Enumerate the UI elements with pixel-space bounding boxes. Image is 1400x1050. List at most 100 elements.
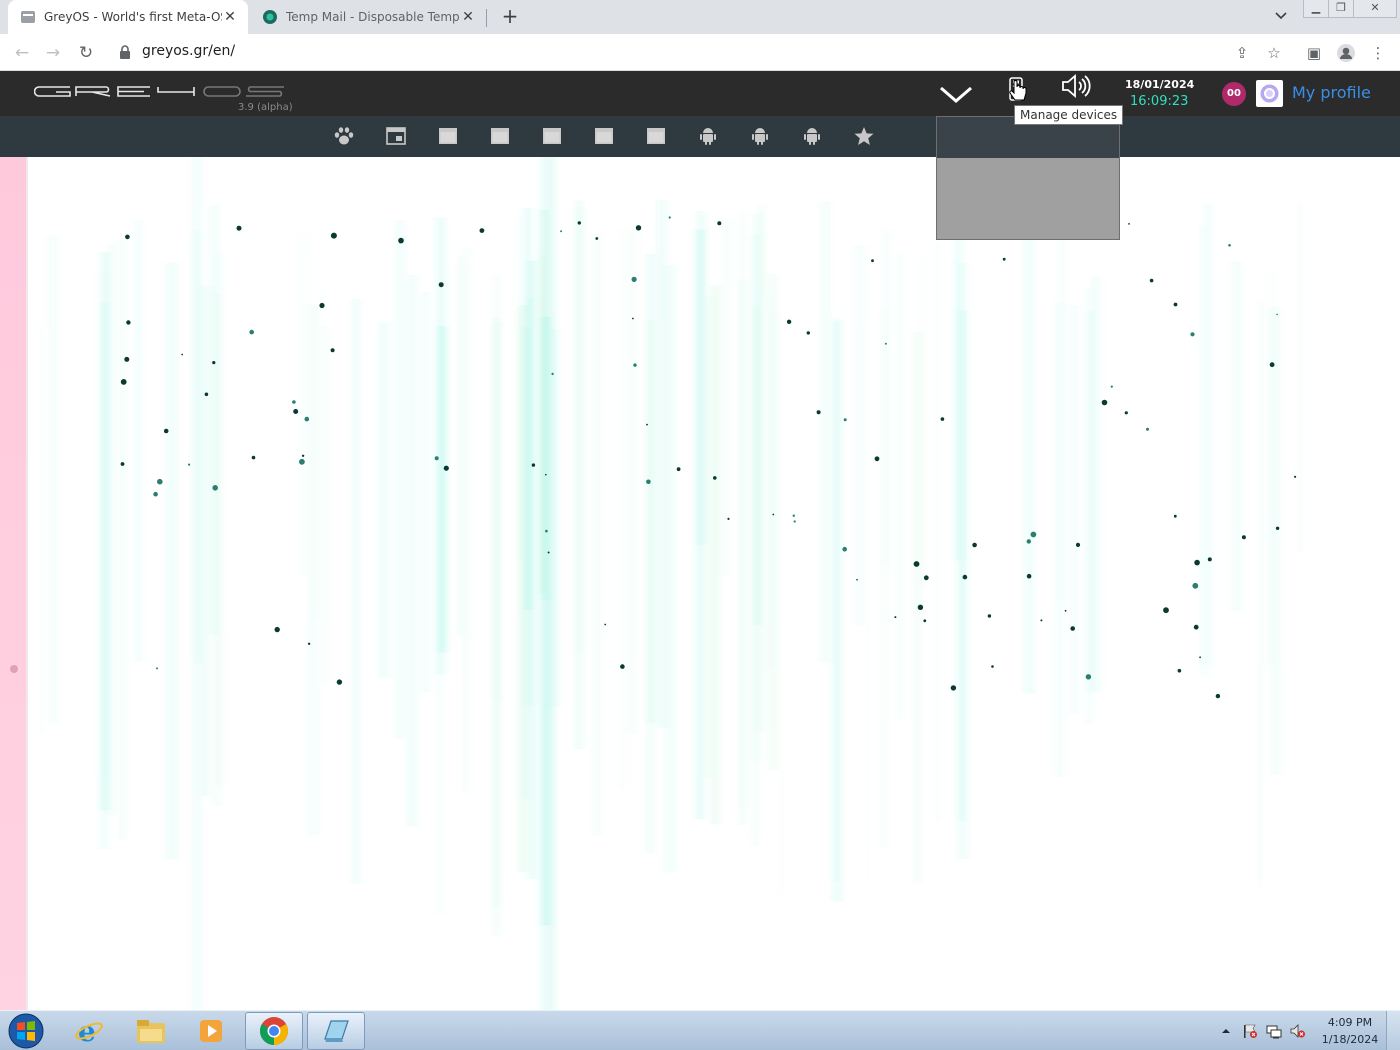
wallpaper-dot xyxy=(874,456,880,462)
wallpaper-streak xyxy=(1272,306,1278,775)
wallpaper-streak xyxy=(121,238,125,840)
speaker-icon[interactable] xyxy=(1060,74,1092,98)
bookmark-star-icon[interactable]: ☆ xyxy=(1262,41,1286,65)
wallpaper-dot xyxy=(1075,542,1081,547)
wallpaper-dot xyxy=(923,619,927,623)
start-button[interactable] xyxy=(8,1013,44,1049)
wallpaper-dot xyxy=(646,479,651,485)
wallpaper-streak xyxy=(517,216,519,561)
taskbar-chrome[interactable] xyxy=(245,1012,303,1050)
minimize-button[interactable]: ▁ xyxy=(1303,0,1329,18)
wallpaper-streak xyxy=(579,207,582,652)
dock-item-window-5[interactable] xyxy=(644,124,668,148)
file-explorer-icon xyxy=(137,1020,165,1043)
wallpaper-streak xyxy=(882,310,886,849)
wallpaper-streak xyxy=(1258,300,1262,888)
wallpaper-streak xyxy=(354,298,358,884)
wallpaper-dot xyxy=(1163,607,1169,614)
dock-item-paw[interactable] xyxy=(332,124,356,148)
wallpaper-dot xyxy=(676,467,681,472)
dock-item-favorites[interactable] xyxy=(852,124,876,148)
wallpaper-dot xyxy=(917,604,924,610)
taskbar-clock-date[interactable]: 1/18/2024 xyxy=(1318,1033,1382,1046)
kebab-menu-icon[interactable]: ⋮ xyxy=(1366,41,1390,65)
wallpaper-dot xyxy=(595,237,599,240)
taskbar-file-explorer[interactable] xyxy=(122,1012,180,1050)
tab-tempmail[interactable]: Temp Mail - Disposable Tempora ✕ xyxy=(250,0,486,34)
wallpaper-streak xyxy=(102,251,108,811)
dock-item-window-4[interactable] xyxy=(592,124,616,148)
chevron-down-icon[interactable] xyxy=(939,85,973,103)
action-center-flag-icon[interactable] xyxy=(1242,1023,1258,1039)
wallpaper-dot xyxy=(786,319,792,324)
wallpaper-dot xyxy=(913,561,920,567)
greyos-desktop[interactable] xyxy=(0,157,1400,1010)
wallpaper-dot xyxy=(1030,531,1037,538)
dock-item-calendar[interactable] xyxy=(384,124,408,148)
reload-button[interactable]: ↻ xyxy=(74,41,98,65)
wallpaper-dot xyxy=(304,416,310,422)
new-tab-button[interactable]: + xyxy=(498,4,522,28)
taskbar-generic-app[interactable] xyxy=(307,1012,365,1050)
wallpaper-dot xyxy=(577,221,581,225)
wallpaper-dot xyxy=(126,320,131,325)
wallpaper-streak xyxy=(1234,261,1239,611)
close-icon[interactable]: ✕ xyxy=(222,9,238,25)
show-desktop-button[interactable] xyxy=(1386,1011,1400,1050)
dock-item-window-1[interactable] xyxy=(436,124,460,148)
network-icon[interactable] xyxy=(1266,1023,1282,1039)
wallpaper-dot xyxy=(398,237,404,244)
lock-icon[interactable] xyxy=(118,44,132,60)
taskbar-internet-explorer[interactable]: e xyxy=(60,1012,118,1050)
wallpaper-dot xyxy=(293,409,299,414)
forward-button[interactable]: → xyxy=(41,41,65,65)
browser-tab-strip: GreyOS - World's first Meta-OS ✕ Temp Ma… xyxy=(0,0,1400,34)
wallpaper-dot xyxy=(727,517,730,520)
my-profile-link[interactable]: My profile xyxy=(1292,83,1371,102)
side-strip-handle[interactable] xyxy=(10,665,18,673)
tab-search-chevron-icon[interactable] xyxy=(1270,6,1292,28)
wallpaper-dot xyxy=(792,514,795,517)
close-icon[interactable]: ✕ xyxy=(460,9,476,25)
browser-toolbar: ← → ↻ greyos.gr/en/ ⇪ ☆ ▣ ⋮ xyxy=(0,34,1400,71)
wallpaper-dot xyxy=(301,454,305,457)
wallpaper-streak xyxy=(740,211,744,808)
wallpaper-streak xyxy=(110,244,113,816)
wallpaper-dot xyxy=(125,234,130,240)
dock-item-android-2[interactable] xyxy=(748,124,772,148)
wallpaper-dot xyxy=(633,363,637,367)
wallpaper-streak xyxy=(659,200,665,728)
wallpaper-dot xyxy=(1173,302,1178,307)
wallpaper-streak xyxy=(40,325,42,733)
wallpaper-streak xyxy=(595,233,600,836)
side-panel-icon[interactable]: ▣ xyxy=(1302,41,1326,65)
dock-item-android-1[interactable] xyxy=(696,124,720,148)
wallpaper-streak xyxy=(543,316,548,926)
back-button[interactable]: ← xyxy=(10,41,34,65)
share-icon[interactable]: ⇪ xyxy=(1230,41,1254,65)
wallpaper-dot xyxy=(1101,399,1108,406)
profile-icon[interactable] xyxy=(1334,41,1358,65)
wallpaper-streak xyxy=(1073,305,1076,715)
greyos-header: 3.9 (alpha) 18/01/2024 16:09:23 00 My pr… xyxy=(0,71,1400,116)
restore-button[interactable]: ❐ xyxy=(1328,0,1354,18)
notifications-badge[interactable]: 00 xyxy=(1222,82,1246,106)
wallpaper-streak xyxy=(868,324,870,884)
taskbar-clock-time[interactable]: 4:09 PM xyxy=(1318,1016,1382,1029)
volume-muted-icon[interactable] xyxy=(1290,1023,1306,1039)
dock-item-window-2[interactable] xyxy=(488,124,512,148)
window-close-button[interactable]: ✕ xyxy=(1353,0,1397,18)
generic-app-icon xyxy=(324,1020,349,1042)
wallpaper-streak xyxy=(630,228,634,735)
tab-greyos[interactable]: GreyOS - World's first Meta-OS ✕ xyxy=(8,0,248,34)
wallpaper-dot xyxy=(894,616,897,619)
address-bar[interactable]: greyos.gr/en/ xyxy=(142,43,235,59)
dock-item-android-3[interactable] xyxy=(800,124,824,148)
avatar[interactable] xyxy=(1256,80,1283,107)
wallpaper-streak xyxy=(495,275,499,701)
taskbar-media-player[interactable] xyxy=(182,1012,240,1050)
wallpaper-streak xyxy=(713,285,718,825)
dock-item-window-3[interactable] xyxy=(540,124,564,148)
show-hidden-icons[interactable] xyxy=(1218,1023,1234,1039)
side-strip[interactable] xyxy=(0,157,28,1010)
